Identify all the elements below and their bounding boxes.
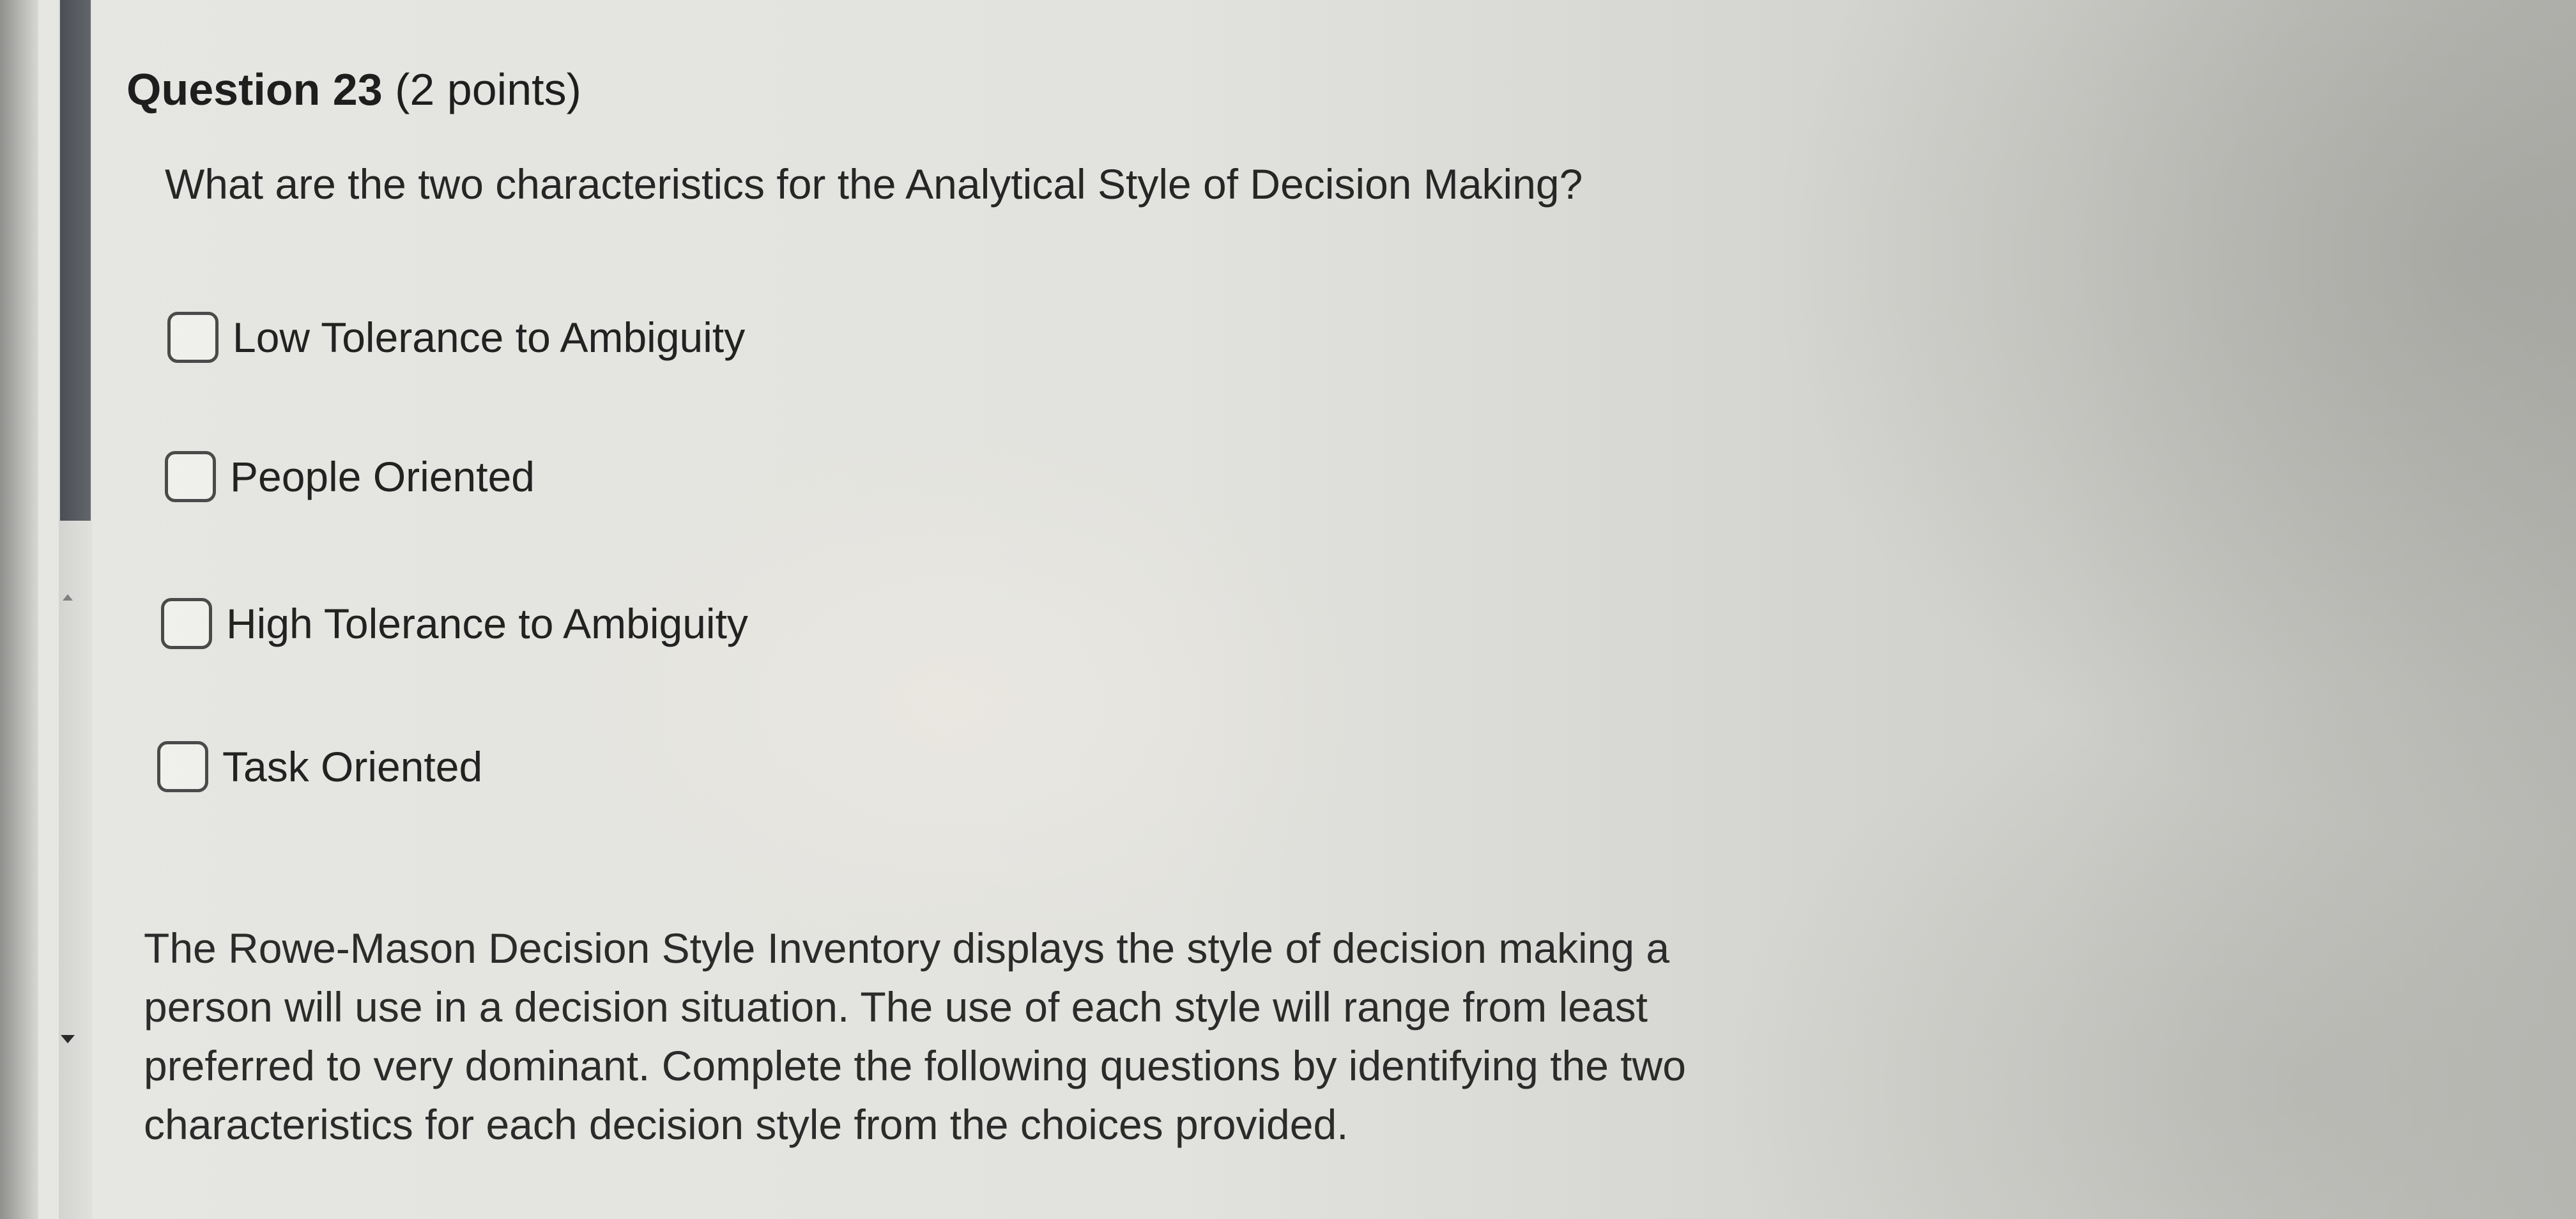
description-paragraph: The Rowe-Mason Decision Style Inventory … [144, 919, 1997, 1154]
answer-option-label: People Oriented [230, 453, 535, 500]
scroll-down-arrow-icon[interactable] [61, 1035, 75, 1043]
question-number: Question 23 [126, 65, 383, 114]
question-text: What are the two characteristics for the… [165, 160, 1583, 208]
answer-option-low-tolerance[interactable]: Low Tolerance to Ambiguity [167, 312, 745, 363]
checkbox[interactable] [167, 312, 218, 363]
answer-option-label: Task Oriented [222, 743, 483, 790]
answer-option-task-oriented[interactable]: Task Oriented [157, 741, 482, 792]
screen-left-edge [0, 0, 38, 1219]
description-line: characteristics for each decision style … [144, 1101, 1349, 1148]
question-title: Question 23 (2 points) [126, 64, 581, 115]
question-points: (2 points) [395, 65, 581, 114]
description-line: person will use in a decision situation.… [144, 983, 1648, 1031]
answer-option-label: Low Tolerance to Ambiguity [233, 314, 746, 361]
description-line: The Rowe-Mason Decision Style Inventory … [144, 924, 1670, 972]
scrollbar-thumb[interactable] [60, 0, 91, 521]
checkbox[interactable] [157, 741, 208, 792]
answer-option-people-oriented[interactable]: People Oriented [165, 451, 535, 502]
answer-option-high-tolerance[interactable]: High Tolerance to Ambiguity [161, 598, 748, 649]
answer-option-label: High Tolerance to Ambiguity [226, 600, 748, 647]
scroll-up-arrow-icon[interactable] [63, 594, 73, 601]
checkbox[interactable] [161, 598, 212, 649]
description-line: preferred to very dominant. Complete the… [144, 1042, 1686, 1089]
checkbox[interactable] [165, 451, 216, 502]
